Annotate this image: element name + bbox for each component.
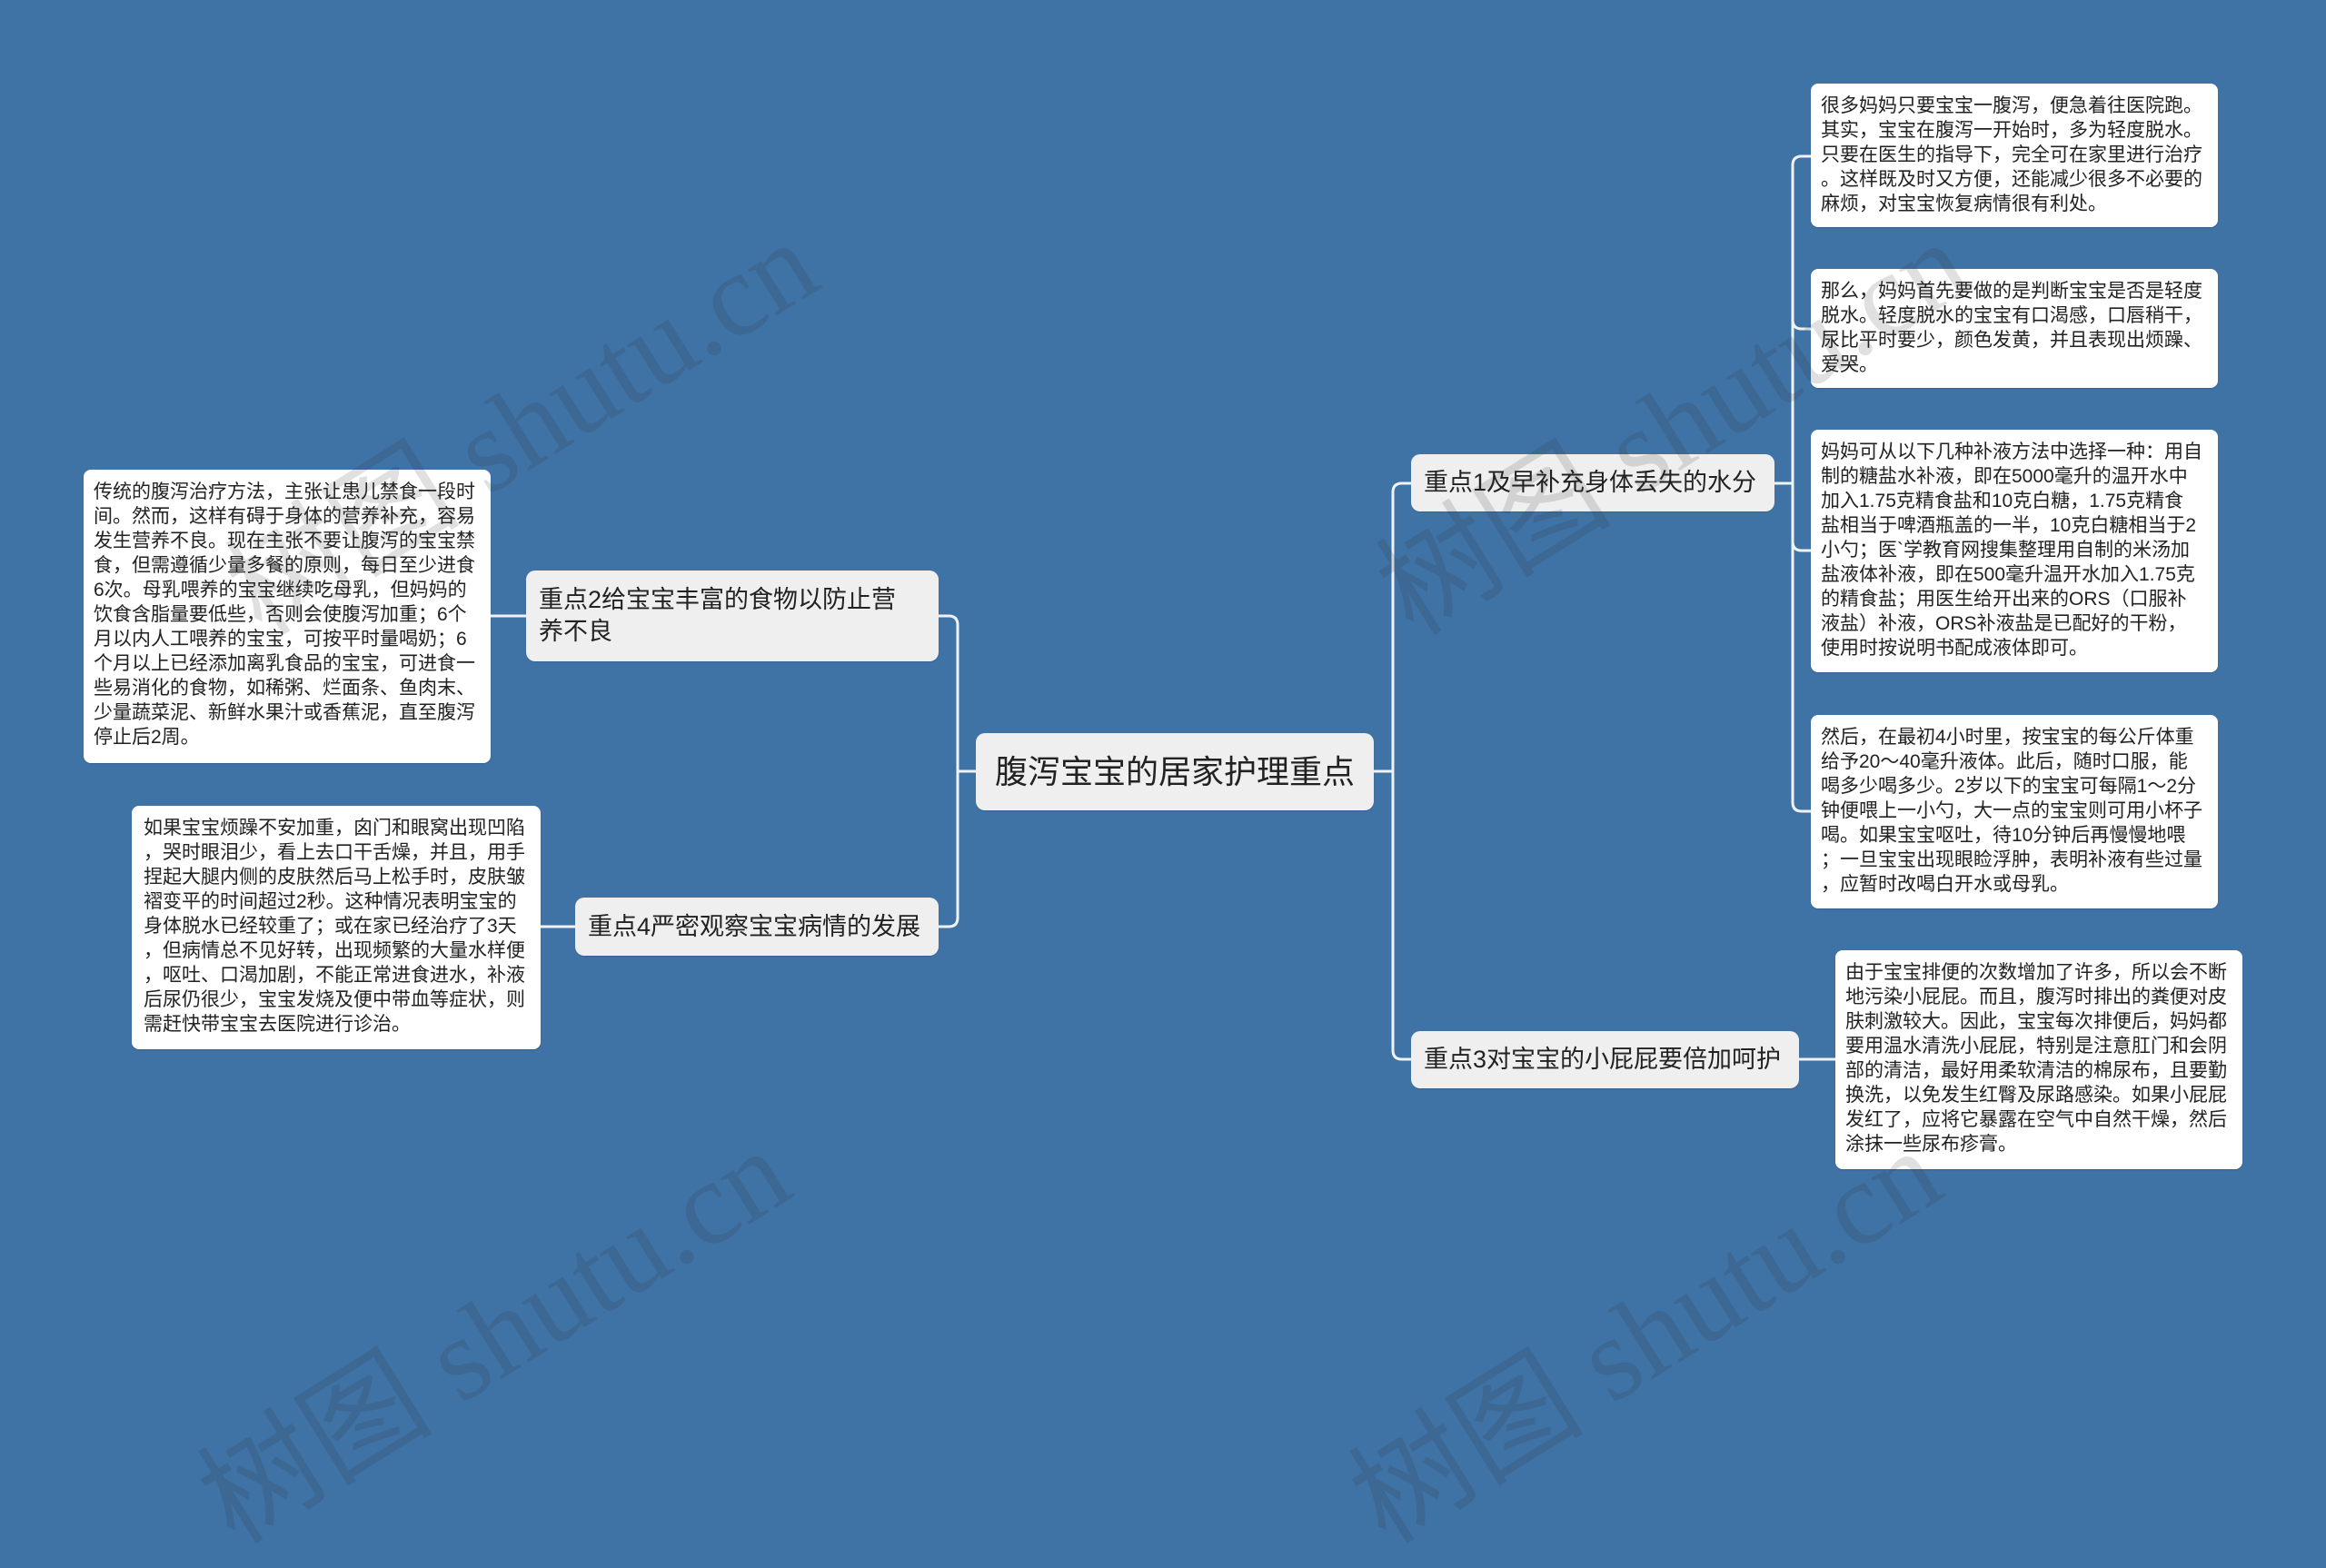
branch-topic-label: 重点3对宝宝的小屁屁要倍加呵护	[1424, 1046, 1782, 1073]
root-topic-label: 腹泻宝宝的居家护理重点	[994, 752, 1355, 790]
branch-topic-4: 重点4严密观察宝宝病情的发展	[575, 898, 939, 956]
branch-topic-1: 重点1及早补充身体丢失的水分	[1411, 454, 1774, 511]
branch-topic-label: 重点1及早补充身体丢失的水分	[1424, 469, 1757, 496]
detail-note: 由于宝宝排便的次数增加了许多，所以会不断 地污染小屁屁。而且，腹泻时排出的粪便对…	[1835, 950, 2242, 1169]
branch-topic-2: 重点2给宝宝丰富的食物以防止营 养不良	[526, 571, 939, 661]
detail-note: 如果宝宝烦躁不安加重，囟门和眼窝出现凹陷 ，哭时眼泪少，看上去口干舌燥，并且，用…	[132, 806, 541, 1049]
mind-map-canvas: 腹泻宝宝的居家护理重点 重点1及早补充身体丢失的水分 重点3对宝宝的小屁屁要倍加…	[0, 0, 2326, 1568]
detail-note: 然后，在最初4小时里，按宝宝的每公斤体重 给予20～40毫升液体。此后，随时口服…	[1811, 715, 2218, 908]
branch-topic-label: 重点2给宝宝丰富的食物以防止营 养不良	[539, 586, 897, 645]
detail-note: 传统的腹泻治疗方法，主张让患儿禁食一段时 间。然而，这样有碍于身体的营养补充，容…	[84, 470, 491, 763]
detail-note: 很多妈妈只要宝宝一腹泻，便急着往医院跑。 其实，宝宝在腹泻一开始时，多为轻度脱水…	[1811, 84, 2218, 227]
connector-branch1-detail-3	[1791, 540, 1813, 552]
detail-note: 那么，妈妈首先要做的是判断宝宝是否是轻度 脱水。轻度脱水的宝宝有口渴感，口唇稍干…	[1811, 269, 2218, 388]
connector-branch1-detail-2	[1791, 318, 1813, 331]
connector-right-spine	[1391, 481, 1413, 1061]
branch-topic-3: 重点3对宝宝的小屁屁要倍加呵护	[1411, 1031, 1799, 1088]
root-topic: 腹泻宝宝的居家护理重点	[976, 733, 1374, 810]
branch-topic-label: 重点4严密观察宝宝病情的发展	[588, 912, 921, 940]
connector-left-spine	[937, 614, 959, 928]
detail-note: 妈妈可从以下几种补液方法中选择一种：用自 制的糖盐水补液，即在5000毫升的温开…	[1811, 430, 2218, 672]
connector-branch1-spine	[1791, 154, 1813, 813]
